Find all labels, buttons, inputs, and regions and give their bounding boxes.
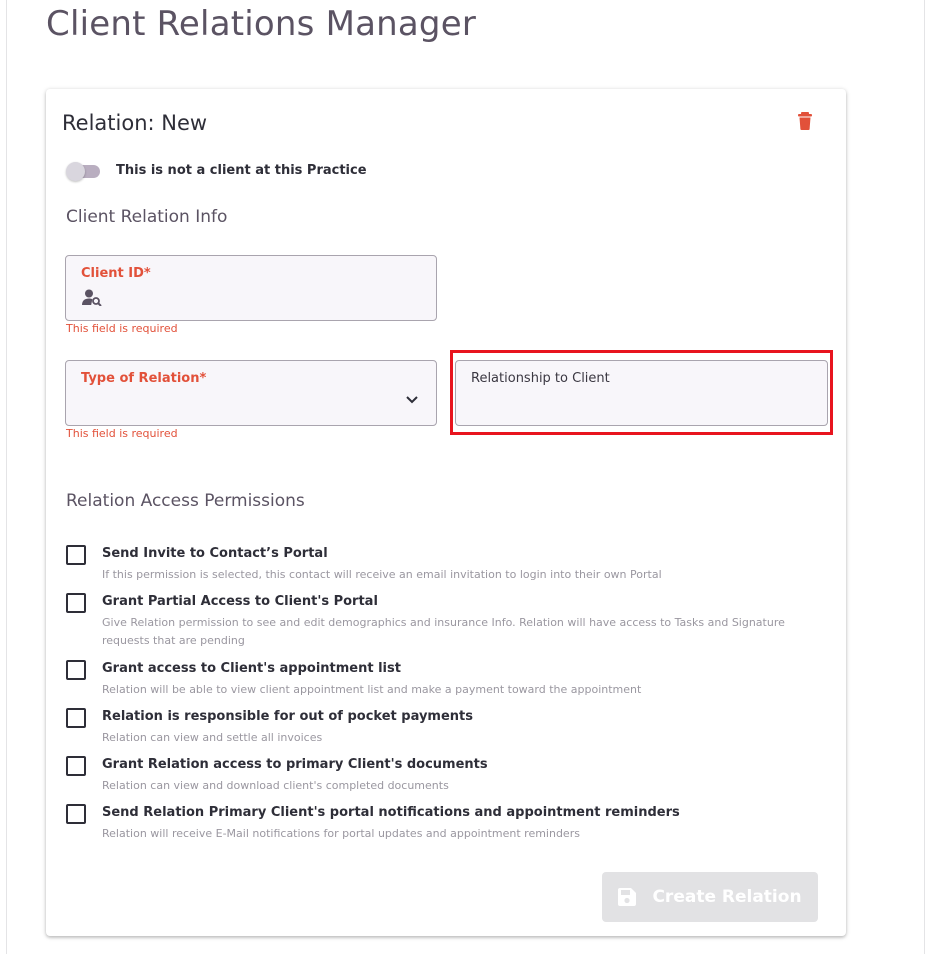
permission-title: Relation is responsible for out of pocke… <box>102 709 473 724</box>
permission-checkbox[interactable] <box>66 756 86 776</box>
permission-checkbox[interactable] <box>66 660 86 680</box>
permission-description: Give Relation permission to see and edit… <box>102 616 785 647</box>
toggle-thumb <box>66 162 85 181</box>
relationship-to-client-field[interactable]: Relationship to Client <box>455 360 828 426</box>
permission-checkbox[interactable] <box>66 804 86 824</box>
chevron-down-icon <box>406 396 418 404</box>
permission-title: Grant Partial Access to Client's Portal <box>102 594 378 609</box>
client-id-field[interactable]: Client ID* <box>65 255 437 321</box>
permission-checkbox[interactable] <box>66 545 86 565</box>
type-of-relation-error: This field is required <box>66 427 178 440</box>
type-of-relation-label: Type of Relation* <box>81 371 207 386</box>
client-relation-info-heading: Client Relation Info <box>66 207 228 227</box>
permission-description: Relation will receive E-Mail notificatio… <box>102 827 580 840</box>
permission-description: Relation can view and settle all invoice… <box>102 731 323 744</box>
client-id-label: Client ID* <box>81 266 151 281</box>
permission-title: Send Invite to Contact’s Portal <box>102 546 328 561</box>
permission-checkbox[interactable] <box>66 593 86 613</box>
save-icon <box>618 888 637 906</box>
permission-title: Grant access to Client's appointment lis… <box>102 661 401 676</box>
permission-description: Relation will be able to view client app… <box>102 683 642 696</box>
trash-icon[interactable] <box>797 112 813 130</box>
relation-access-permissions-heading: Relation Access Permissions <box>66 491 305 511</box>
permission-title: Send Relation Primary Client's portal no… <box>102 805 680 820</box>
page-title: Client Relations Manager <box>46 4 477 44</box>
relationship-to-client-label: Relationship to Client <box>471 371 610 386</box>
not-client-toggle[interactable] <box>66 162 100 181</box>
not-client-toggle-label: This is not a client at this Practice <box>116 163 367 178</box>
permission-description: If this permission is selected, this con… <box>102 568 662 581</box>
create-relation-label: Create Relation <box>652 887 802 907</box>
relation-card: Relation: New This is not a client at th… <box>46 89 846 936</box>
type-of-relation-select[interactable]: Type of Relation* <box>65 360 437 426</box>
permission-description: Relation can view and download client's … <box>102 779 449 792</box>
user-search-icon <box>82 289 102 306</box>
permission-title: Grant Relation access to primary Client'… <box>102 757 488 772</box>
client-id-error: This field is required <box>66 322 178 335</box>
card-title: Relation: New <box>62 111 208 135</box>
permission-checkbox[interactable] <box>66 708 86 728</box>
create-relation-button[interactable]: Create Relation <box>602 872 818 922</box>
